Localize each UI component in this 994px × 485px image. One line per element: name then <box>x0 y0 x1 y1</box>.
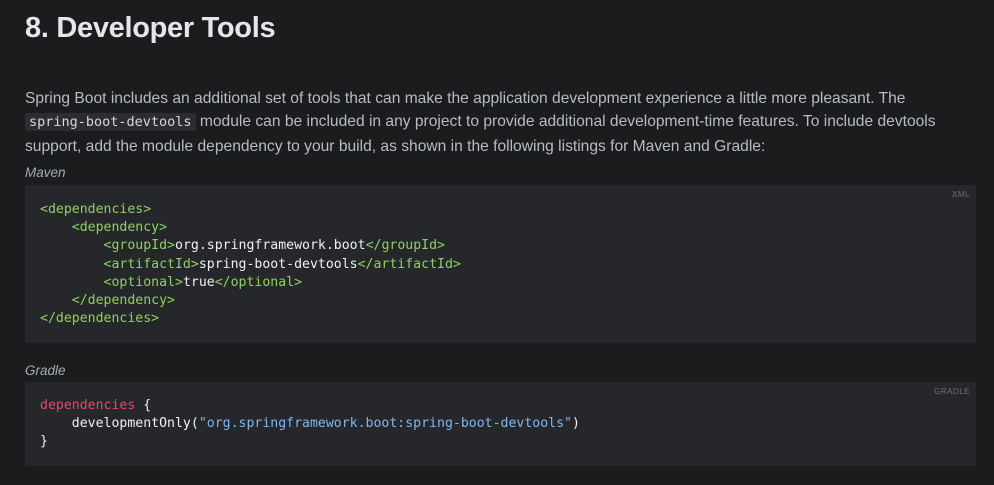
gradle-listing-title: Gradle <box>25 363 66 378</box>
xml-open-tag: </dependencies> <box>40 311 160 327</box>
gradle-indent <box>40 416 72 431</box>
maven-code-line: </dependency> <box>40 292 461 310</box>
maven-code-line: <optional>true</optional> <box>40 274 461 292</box>
maven-indent <box>40 257 104 272</box>
xml-close-tag: </optional> <box>214 274 303 290</box>
gradle-keyword: dependencies <box>40 398 136 413</box>
maven-indent <box>40 293 72 308</box>
maven-indent <box>40 220 72 235</box>
maven-code-line: </dependencies> <box>40 310 461 328</box>
maven-listing-title: Maven <box>25 165 66 180</box>
xml-open-tag: </dependency> <box>71 293 175 309</box>
xml-value: true <box>182 274 215 290</box>
xml-open-tag: <groupId> <box>103 238 175 254</box>
gradle-code-line: developmentOnly("org.springframework.boo… <box>40 415 580 433</box>
intro-paragraph: Spring Boot includes an additional set o… <box>25 87 965 159</box>
xml-open-tag: <artifactId> <box>103 256 199 272</box>
xml-close-tag: </artifactId> <box>357 256 461 272</box>
gradle-brace-open: { <box>135 398 152 413</box>
maven-indent <box>40 238 104 253</box>
intro-text-part1: Spring Boot includes an additional set o… <box>25 89 906 107</box>
xml-value: spring-boot-devtools <box>198 256 358 272</box>
maven-indent <box>40 275 104 290</box>
xml-open-tag: <dependency> <box>71 220 168 236</box>
inline-code-module: spring-boot-devtools <box>25 113 196 132</box>
maven-code-line: <dependency> <box>40 219 461 237</box>
maven-code-line: <dependencies> <box>40 201 461 219</box>
xml-value: org.springframework.boot <box>175 238 366 254</box>
maven-code-line: <groupId>org.springframework.boot</group… <box>40 237 461 255</box>
gradle-language-label: GRADLE <box>934 387 970 396</box>
gradle-code-block[interactable]: GRADLE dependencies { developmentOnly("o… <box>25 382 976 466</box>
xml-open-tag: <dependencies> <box>40 202 152 217</box>
maven-code-line: <artifactId>spring-boot-devtools</artifa… <box>40 256 461 274</box>
gradle-brace-close: } <box>40 434 48 450</box>
gradle-paren-close: ) <box>571 416 580 432</box>
gradle-string: "org.springframework.boot:spring-boot-de… <box>198 416 572 432</box>
xml-open-tag: <optional> <box>103 274 183 290</box>
maven-code-block[interactable]: XML <dependencies> <dependency> <groupId… <box>25 185 976 343</box>
gradle-function: developmentOnly( <box>71 416 199 432</box>
gradle-code-line: dependencies { <box>40 397 580 415</box>
gradle-code-line: } <box>40 433 580 451</box>
maven-language-label: XML <box>952 190 970 199</box>
gradle-code: dependencies { developmentOnly("org.spri… <box>40 397 580 452</box>
section-title: 8. Developer Tools <box>25 12 276 44</box>
xml-close-tag: </groupId> <box>365 238 445 254</box>
maven-code: <dependencies> <dependency> <groupId>org… <box>40 201 461 328</box>
